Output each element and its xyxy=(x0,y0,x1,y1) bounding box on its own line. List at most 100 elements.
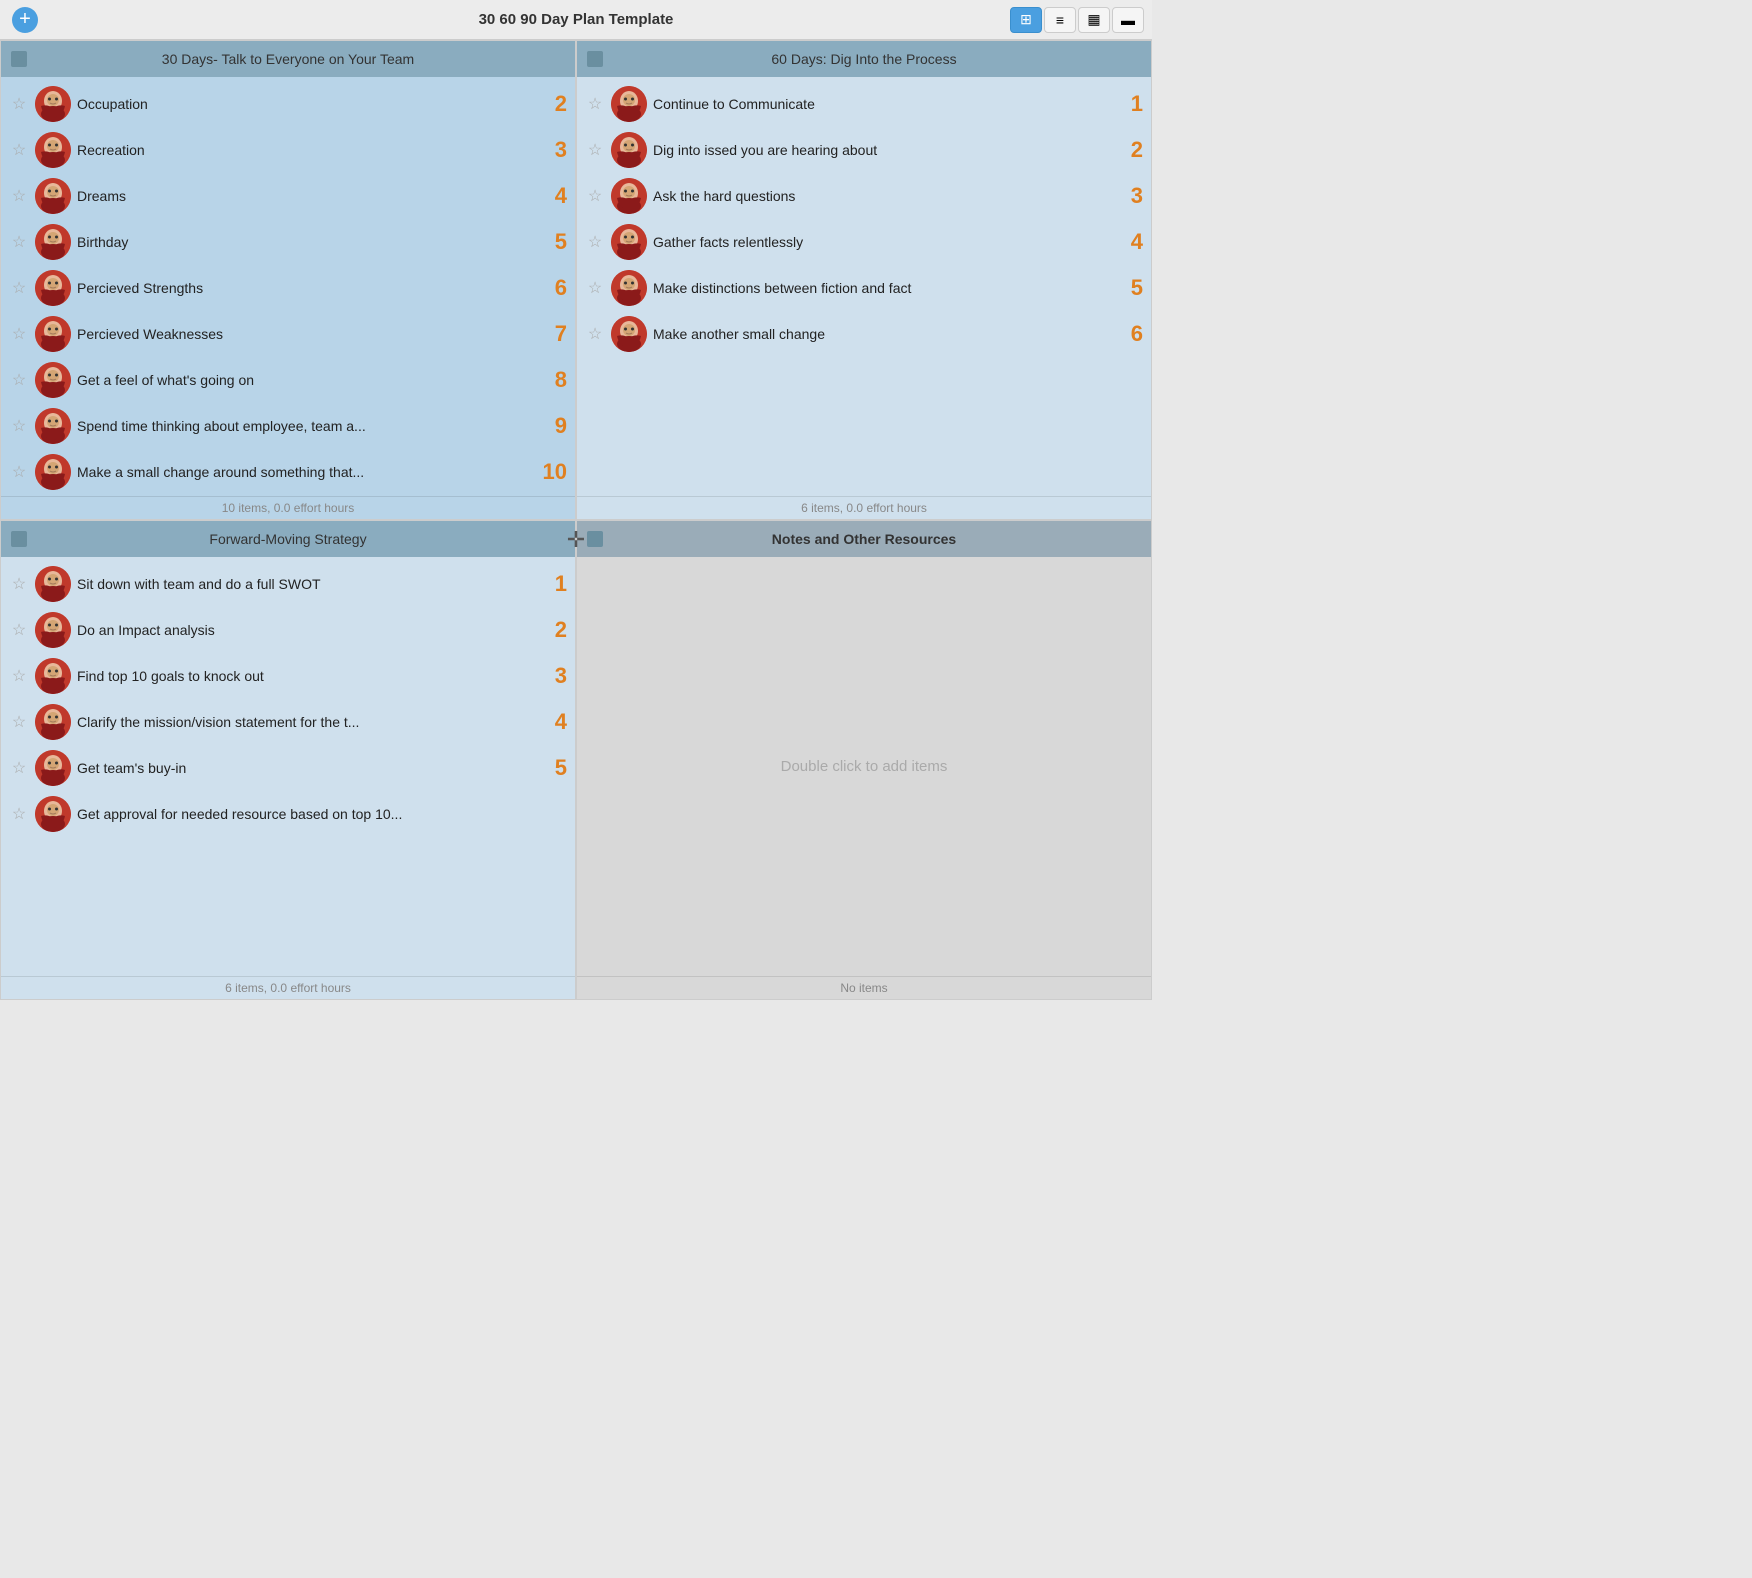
q2-items: ☆ Continue to Communicate1☆ Dig into iss… xyxy=(577,77,1151,496)
item-text: Clarify the mission/vision statement for… xyxy=(77,714,537,730)
q3-header: Forward-Moving Strategy xyxy=(1,521,575,557)
item-number: 1 xyxy=(543,571,567,597)
item-text: Dreams xyxy=(77,188,537,204)
q1-checkbox[interactable] xyxy=(11,51,27,67)
item-text: Percieved Weaknesses xyxy=(77,326,537,342)
list-item[interactable]: ☆ Make distinctions between fiction and … xyxy=(577,265,1151,311)
star-icon[interactable]: ☆ xyxy=(9,804,29,824)
calendar-view-button[interactable]: ▦ xyxy=(1078,7,1110,33)
star-icon[interactable]: ☆ xyxy=(9,370,29,390)
avatar xyxy=(35,224,71,260)
list-item[interactable]: ☆ Make another small change6 xyxy=(577,311,1151,357)
item-text: Occupation xyxy=(77,96,537,112)
star-icon[interactable]: ☆ xyxy=(9,140,29,160)
q3-footer: 6 items, 0.0 effort hours xyxy=(1,976,575,999)
star-icon[interactable]: ☆ xyxy=(9,712,29,732)
avatar xyxy=(611,224,647,260)
star-icon[interactable]: ☆ xyxy=(9,186,29,206)
avatar xyxy=(35,796,71,832)
avatar xyxy=(35,566,71,602)
avatar xyxy=(35,270,71,306)
list-item[interactable]: ☆ Spend time thinking about employee, te… xyxy=(1,403,575,449)
q2-header: 60 Days: Dig Into the Process xyxy=(577,41,1151,77)
chart-view-button[interactable]: ▬ xyxy=(1112,7,1144,33)
list-item[interactable]: ☆ Sit down with team and do a full SWOT 1 xyxy=(1,561,575,607)
item-text: Do an Impact analysis xyxy=(77,622,537,638)
item-number: 1 xyxy=(1119,91,1143,117)
item-text: Recreation xyxy=(77,142,537,158)
q4-empty-message[interactable]: Double click to add items xyxy=(577,557,1151,976)
list-item[interactable]: ☆ Make a small change around something t… xyxy=(1,449,575,495)
q1-header-text: 30 Days- Talk to Everyone on Your Team xyxy=(27,51,549,67)
avatar xyxy=(35,316,71,352)
item-number: 2 xyxy=(543,617,567,643)
item-number: 10 xyxy=(543,459,567,485)
view-controls: ⊞ ≡ ▦ ▬ xyxy=(1010,7,1144,33)
list-item[interactable]: ☆ Get a feel of what's going on 8 xyxy=(1,357,575,403)
item-text: Percieved Strengths xyxy=(77,280,537,296)
list-item[interactable]: ☆ Get approval for needed resource based… xyxy=(1,791,575,837)
item-text: Sit down with team and do a full SWOT xyxy=(77,576,537,592)
q2-checkbox[interactable] xyxy=(587,51,603,67)
list-item[interactable]: ☆ Birthday5 xyxy=(1,219,575,265)
list-item[interactable]: ☆ Percieved Weaknesses7 xyxy=(1,311,575,357)
list-item[interactable]: ☆ Ask the hard questions3 xyxy=(577,173,1151,219)
quadrant-60-days: 60 Days: Dig Into the Process ☆ Continue… xyxy=(576,40,1152,520)
star-icon[interactable]: ☆ xyxy=(9,758,29,778)
item-number: 4 xyxy=(543,709,567,735)
item-text: Get approval for needed resource based o… xyxy=(77,806,537,822)
star-icon[interactable]: ☆ xyxy=(9,462,29,482)
list-item[interactable]: ☆ Do an Impact analysis 2 xyxy=(1,607,575,653)
list-item[interactable]: ☆ Find top 10 goals to knock out 3 xyxy=(1,653,575,699)
star-icon[interactable]: ☆ xyxy=(585,278,605,298)
item-text: Make another small change xyxy=(653,326,1113,342)
star-icon[interactable]: ☆ xyxy=(585,94,605,114)
item-number: 2 xyxy=(1119,137,1143,163)
list-item[interactable]: ☆ Percieved Strengths6 xyxy=(1,265,575,311)
star-icon[interactable]: ☆ xyxy=(9,666,29,686)
avatar xyxy=(35,132,71,168)
star-icon[interactable]: ☆ xyxy=(9,232,29,252)
item-number: 8 xyxy=(543,367,567,393)
star-icon[interactable]: ☆ xyxy=(9,278,29,298)
grid-view-button[interactable]: ⊞ xyxy=(1010,7,1042,33)
star-icon[interactable]: ☆ xyxy=(585,324,605,344)
list-item[interactable]: ☆ Gather facts relentlessly4 xyxy=(577,219,1151,265)
quadrant-strategy: Forward-Moving Strategy ☆ Sit down with … xyxy=(0,520,576,1000)
list-item[interactable]: ☆ Recreation 3 xyxy=(1,127,575,173)
item-text: Find top 10 goals to knock out xyxy=(77,668,537,684)
q1-header: 30 Days- Talk to Everyone on Your Team xyxy=(1,41,575,77)
item-number: 3 xyxy=(543,137,567,163)
quadrant-30-days: 30 Days- Talk to Everyone on Your Team ☆… xyxy=(0,40,576,520)
star-icon[interactable]: ☆ xyxy=(9,94,29,114)
item-number: 3 xyxy=(543,663,567,689)
list-item[interactable]: ☆ Get team's buy-in5 xyxy=(1,745,575,791)
list-item[interactable]: ☆ Dig into issed you are hearing about 2 xyxy=(577,127,1151,173)
list-view-button[interactable]: ≡ xyxy=(1044,7,1076,33)
star-icon[interactable]: ☆ xyxy=(585,140,605,160)
calendar-icon: ▦ xyxy=(1087,11,1100,28)
avatar xyxy=(611,132,647,168)
avatar xyxy=(611,316,647,352)
star-icon[interactable]: ☆ xyxy=(9,324,29,344)
star-icon[interactable]: ☆ xyxy=(9,416,29,436)
item-number: 4 xyxy=(543,183,567,209)
divider-handle[interactable]: ✛ xyxy=(560,524,592,556)
star-icon[interactable]: ☆ xyxy=(9,574,29,594)
q4-header-text: Notes and Other Resources xyxy=(603,531,1125,547)
item-text: Get a feel of what's going on xyxy=(77,372,537,388)
star-icon[interactable]: ☆ xyxy=(585,186,605,206)
item-text: Birthday xyxy=(77,234,537,250)
avatar xyxy=(35,612,71,648)
list-item[interactable]: ☆ Continue to Communicate1 xyxy=(577,81,1151,127)
star-icon[interactable]: ☆ xyxy=(9,620,29,640)
grid-wrapper: 30 Days- Talk to Everyone on Your Team ☆… xyxy=(0,40,1152,1040)
list-item[interactable]: ☆ Occupation2 xyxy=(1,81,575,127)
q3-items: ☆ Sit down with team and do a full SWOT 1… xyxy=(1,557,575,976)
add-button[interactable]: + xyxy=(12,7,38,33)
list-item[interactable]: ☆ Dreams 4 xyxy=(1,173,575,219)
q3-checkbox[interactable] xyxy=(11,531,27,547)
star-icon[interactable]: ☆ xyxy=(585,232,605,252)
item-text: Dig into issed you are hearing about xyxy=(653,142,1113,158)
list-item[interactable]: ☆ Clarify the mission/vision statement f… xyxy=(1,699,575,745)
